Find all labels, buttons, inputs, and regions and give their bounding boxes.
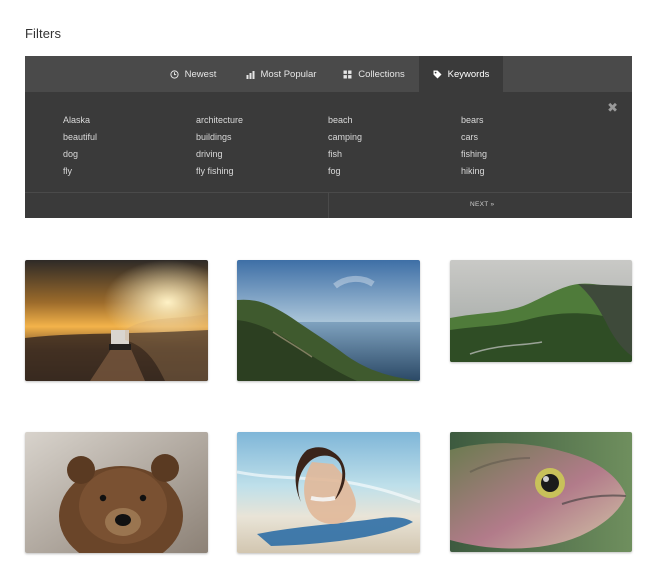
- tab-keywords[interactable]: Keywords: [419, 56, 503, 92]
- keyword-link[interactable]: beautiful: [63, 132, 97, 142]
- tag-icon: [433, 70, 442, 79]
- filter-tabs: Newest Most Popular Collections Keywords: [25, 56, 632, 92]
- tab-newest-label: Newest: [184, 68, 217, 80]
- keyword-link[interactable]: camping: [328, 132, 362, 142]
- gallery-photo-trout[interactable]: [450, 432, 632, 552]
- keyword-link[interactable]: dog: [63, 149, 78, 159]
- keyword-link[interactable]: fly: [63, 166, 72, 176]
- clock-icon: [170, 69, 179, 79]
- pager-divider-vertical: [328, 192, 329, 218]
- keyword-link[interactable]: bears: [461, 115, 484, 125]
- keyword-link[interactable]: cars: [461, 132, 478, 142]
- next-page-link[interactable]: NEXT »: [470, 201, 494, 208]
- keyword-link[interactable]: fishing: [461, 149, 487, 159]
- keyword-link[interactable]: fog: [328, 166, 341, 176]
- page-title: Filters: [25, 26, 62, 41]
- tab-most-popular-label: Most Popular: [260, 68, 317, 80]
- gallery-photo-bear[interactable]: [25, 432, 208, 553]
- gallery-photo-coast-cliffs[interactable]: [237, 260, 420, 381]
- keyword-link[interactable]: fly fishing: [196, 166, 234, 176]
- keyword-link[interactable]: Alaska: [63, 115, 90, 125]
- gallery-photo-beach-woman[interactable]: [237, 432, 420, 553]
- tab-collections-label: Collections: [358, 68, 405, 80]
- grid-icon: [343, 70, 352, 79]
- keyword-link[interactable]: beach: [328, 115, 353, 125]
- gallery-photo-green-cliffs[interactable]: [450, 260, 632, 362]
- keyword-link[interactable]: architecture: [196, 115, 243, 125]
- close-icon[interactable]: ✖: [607, 101, 618, 114]
- gallery-photo-car-sunset[interactable]: [25, 260, 208, 381]
- filters-panel: Newest Most Popular Collections Keywords…: [25, 56, 632, 218]
- tab-most-popular[interactable]: Most Popular: [241, 56, 321, 92]
- bar-chart-icon: [246, 70, 255, 79]
- keyword-link[interactable]: fish: [328, 149, 342, 159]
- tab-keywords-label: Keywords: [447, 68, 490, 80]
- keyword-link[interactable]: hiking: [461, 166, 485, 176]
- page: Filters Newest Most Popular Collections …: [0, 0, 656, 583]
- tab-collections[interactable]: Collections: [339, 56, 409, 92]
- tab-newest[interactable]: Newest: [162, 56, 224, 92]
- keyword-link[interactable]: buildings: [196, 132, 232, 142]
- keyword-link[interactable]: driving: [196, 149, 223, 159]
